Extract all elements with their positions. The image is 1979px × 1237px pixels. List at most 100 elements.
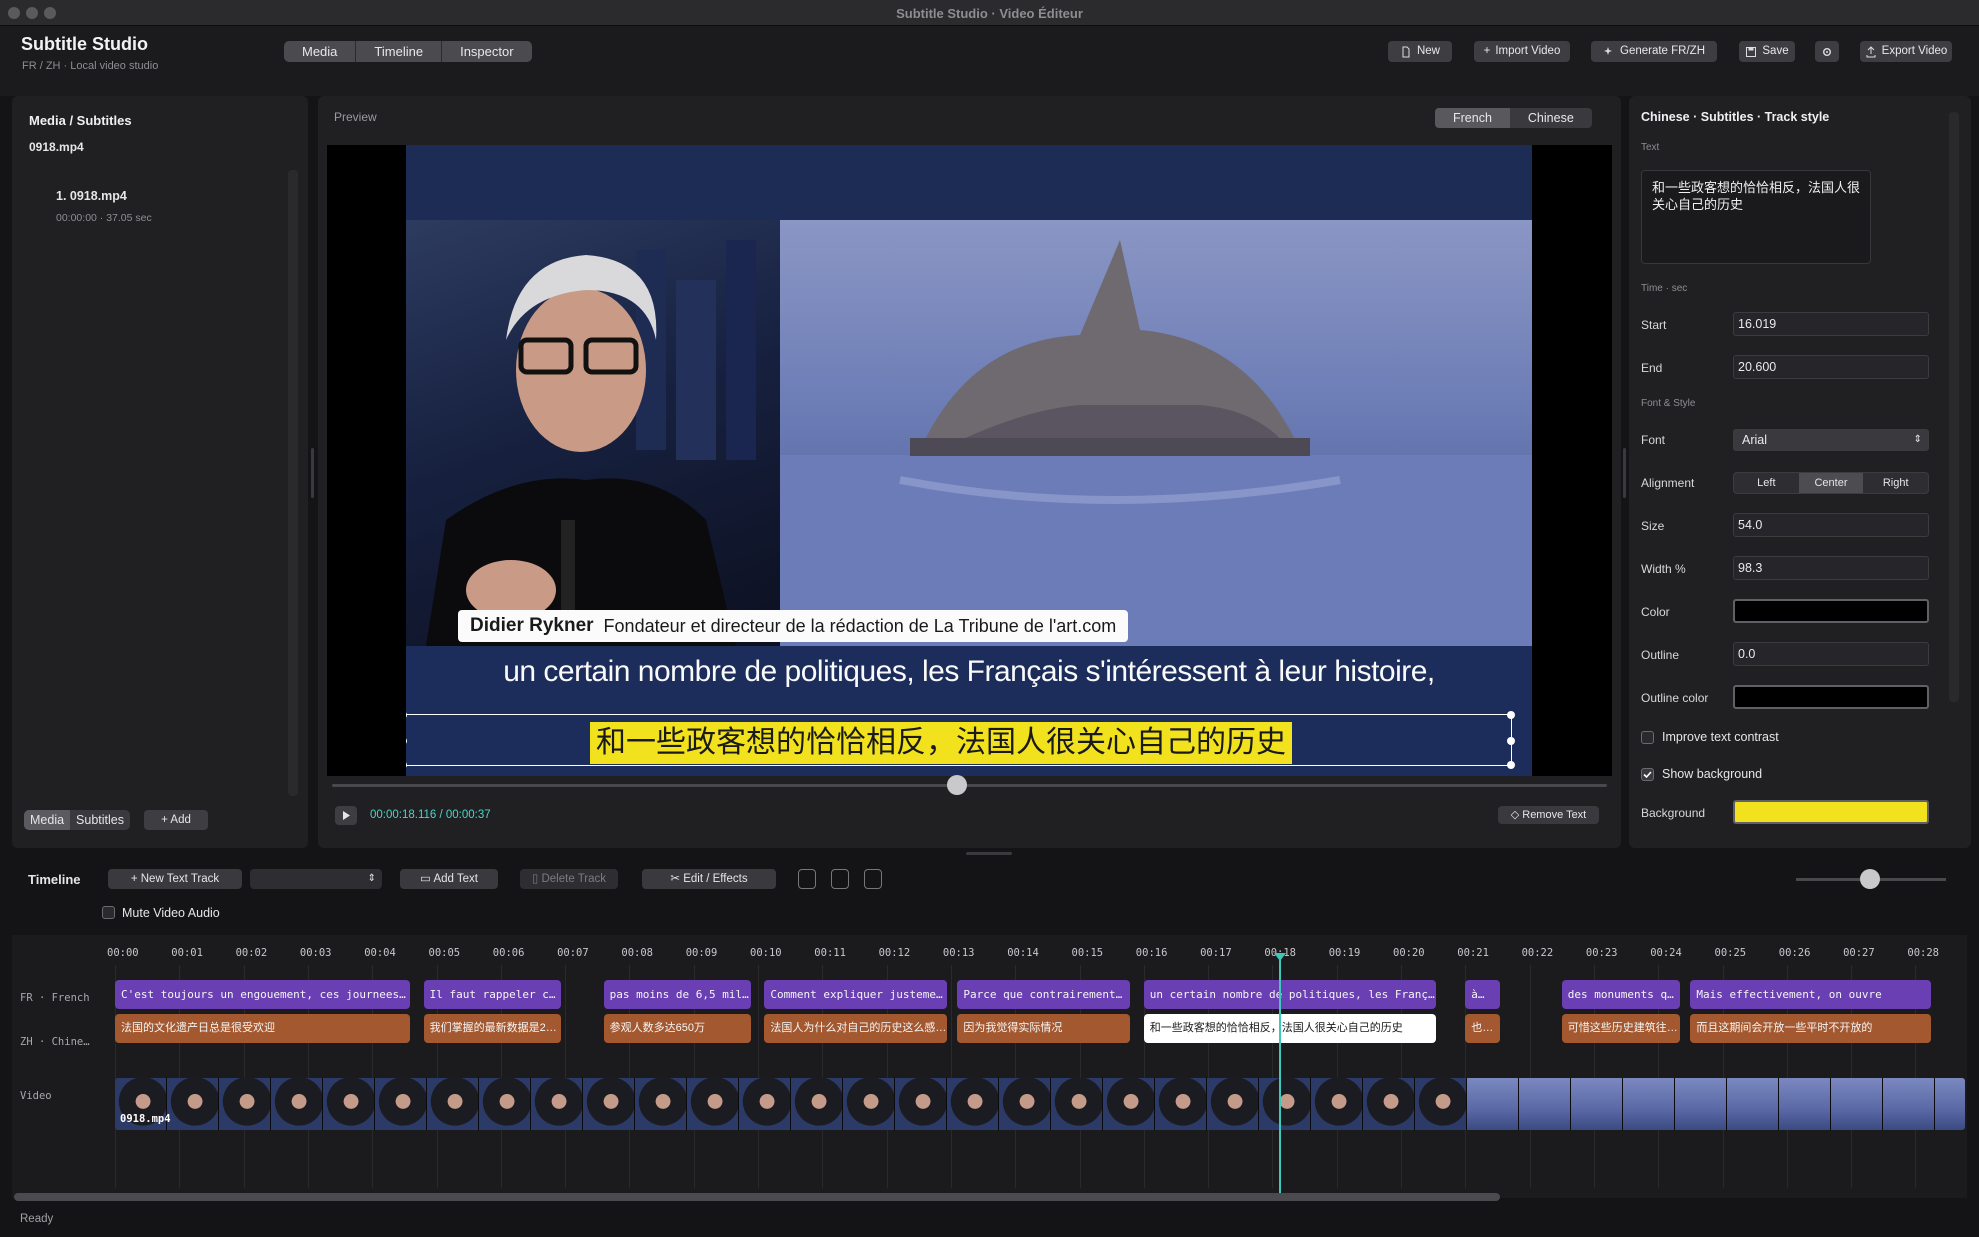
tab-media[interactable]: Media xyxy=(284,41,357,62)
new-button[interactable]: New xyxy=(1388,41,1452,62)
subtitle-clip[interactable]: pas moins de 6,5 milli… xyxy=(603,980,751,1009)
ruler-tick-label: 00:00 xyxy=(107,947,139,959)
save-button[interactable]: Save xyxy=(1739,41,1795,62)
right-splitter-handle[interactable] xyxy=(1623,448,1626,498)
ruler-tick-label: 00:07 xyxy=(557,947,589,959)
ruler-grid-line xyxy=(565,965,567,1188)
left-splitter-handle[interactable] xyxy=(311,448,314,498)
playback-scrubber-knob[interactable] xyxy=(946,775,967,795)
sparkle-icon xyxy=(1604,46,1612,55)
tab-media-list[interactable]: Media xyxy=(24,810,71,830)
subtitle-clip[interactable]: Parce que contrairement… xyxy=(957,980,1131,1009)
chinese-subtitle-selection-box[interactable]: 和一些政客想的恰恰相反，法国人很关心自己的历史 xyxy=(406,711,1515,769)
timeline-tracks-area[interactable]: 00:00 00:01 00:02 00:03 00:04 00:05 00:06 00:07… xyxy=(12,935,1967,1198)
mute-audio-checkbox[interactable] xyxy=(102,906,115,919)
subtitle-clip[interactable]: Comment expliquer justemen… xyxy=(764,980,947,1009)
subtitle-clip[interactable]: 参观人数多达650万 xyxy=(603,1014,751,1043)
edit-effects-button[interactable]: ✂ Edit / Effects xyxy=(642,869,776,889)
ruler-tick-label: 00:09 xyxy=(685,947,718,959)
subtitle-text-editor[interactable]: 和一些政客想的恰恰相反，法国人很关心自己的历史 xyxy=(1641,170,1871,264)
resize-handle-bottom-right[interactable] xyxy=(1507,761,1515,769)
split-left-icon[interactable] xyxy=(798,869,816,889)
remove-text-button[interactable]: ◇ Remove Text xyxy=(1498,806,1599,824)
playback-scrubber-track[interactable] xyxy=(332,784,1607,787)
resize-handle-left[interactable] xyxy=(406,737,407,745)
outline-input[interactable]: 0.0 xyxy=(1733,642,1929,666)
video-thumbnail xyxy=(791,1078,843,1130)
font-select[interactable]: Arial ⇕ xyxy=(1733,429,1929,451)
media-list-item[interactable]: 1. 0918.mp4 00:00:00 · 37.05 sec xyxy=(40,186,287,241)
timeline-horizontal-scrollbar[interactable] xyxy=(14,1193,1500,1201)
subtitle-clip[interactable]: un certain nombre de politiques, les Fra… xyxy=(1143,980,1436,1009)
settings-button[interactable] xyxy=(1815,41,1839,62)
new-button-label: New xyxy=(1416,45,1440,57)
add-label: Add xyxy=(170,814,191,826)
resize-handle-right[interactable] xyxy=(1507,737,1515,745)
chinese-subtitle-overlay[interactable]: 和一些政客想的恰恰相反，法国人很关心自己的历史 xyxy=(590,722,1292,764)
add-media-button[interactable]: + Add xyxy=(144,810,208,830)
subtitle-clip[interactable]: Mais effectivement, on ouvre xyxy=(1690,980,1931,1009)
track-select[interactable]: ⇕ xyxy=(250,869,382,889)
video-track-clip[interactable] xyxy=(115,1078,1965,1130)
start-time-input[interactable]: 16.019 xyxy=(1733,312,1929,336)
ruler-tick-label: 00:19 xyxy=(1328,947,1361,959)
size-input[interactable]: 54.0 xyxy=(1733,513,1929,537)
play-button[interactable] xyxy=(335,806,357,825)
inspector-title: Chinese · Subtitles · Track style xyxy=(1641,110,1830,124)
width-input[interactable]: 98.3 xyxy=(1733,556,1929,580)
tab-french[interactable]: French xyxy=(1435,108,1510,128)
timeline-zoom-knob[interactable] xyxy=(1860,869,1880,889)
subtitle-clip[interactable]: des monuments qui sont… xyxy=(1561,980,1680,1009)
width-label: Width % xyxy=(1641,562,1686,576)
subtitle-clip[interactable]: à… xyxy=(1465,980,1500,1009)
tab-chinese[interactable]: Chinese xyxy=(1510,108,1592,128)
app-header: Subtitle Studio FR / ZH · Local video st… xyxy=(0,26,1979,96)
color-label: Color xyxy=(1641,605,1670,619)
tab-subtitles-list[interactable]: Subtitles xyxy=(70,810,130,830)
align-center-option[interactable]: Center xyxy=(1798,473,1864,493)
media-item-label: 1. 0918.mp4 xyxy=(56,189,127,203)
bottom-splitter-handle[interactable] xyxy=(966,852,1012,855)
edit-effects-label: Edit / Effects xyxy=(683,873,748,885)
outline-color-swatch[interactable] xyxy=(1733,685,1929,709)
background-color-swatch[interactable] xyxy=(1733,800,1929,824)
subtitle-clip[interactable]: 也… xyxy=(1465,1014,1500,1043)
generate-subtitles-button[interactable]: Generate FR/ZH xyxy=(1591,41,1717,62)
background-label: Background xyxy=(1641,806,1706,820)
subtitle-clip[interactable]: 可惜这些历史建筑往往没有得… xyxy=(1561,1014,1680,1043)
tab-timeline[interactable]: Timeline xyxy=(356,41,443,62)
split-right-icon[interactable] xyxy=(864,869,882,889)
video-thumbnail xyxy=(1207,1078,1259,1130)
subtitle-clip[interactable]: 而且这期间会开放一些平时不开放的 xyxy=(1690,1014,1931,1043)
tab-inspector[interactable]: Inspector xyxy=(442,41,531,62)
subtitle-clip-selected[interactable]: 和一些政客想的恰恰相反，法国人很关心自己的历史 xyxy=(1143,1014,1436,1043)
delete-track-button[interactable]: ▯ Delete Track xyxy=(520,869,618,889)
media-list-scrollbar[interactable] xyxy=(288,170,298,796)
export-video-button[interactable]: Export Video xyxy=(1860,41,1952,62)
new-text-track-button[interactable]: + New Text Track xyxy=(108,869,242,889)
split-center-icon[interactable] xyxy=(831,869,849,889)
video-thumbnail xyxy=(1519,1078,1571,1130)
left-panel-mode-tabs: Media Subtitles xyxy=(24,810,130,830)
align-left-option[interactable]: Left xyxy=(1734,473,1799,493)
video-thumbnail xyxy=(1831,1078,1883,1130)
align-right-option[interactable]: Right xyxy=(1863,473,1928,493)
inspector-scrollbar[interactable] xyxy=(1949,112,1959,702)
outline-color-label: Outline color xyxy=(1641,691,1709,705)
text-color-swatch[interactable] xyxy=(1733,599,1929,623)
subtitle-clip[interactable]: 法国人为什么对自己的历史这么感… xyxy=(764,1014,947,1043)
show-background-checkbox[interactable] xyxy=(1641,768,1654,781)
subtitle-clip[interactable]: 因为我觉得实际情况 xyxy=(957,1014,1131,1043)
subtitle-clip[interactable]: 法国的文化遗产日总是很受欢迎 xyxy=(115,1014,410,1043)
video-thumbnail xyxy=(1571,1078,1623,1130)
playhead-line[interactable] xyxy=(1278,957,1281,1198)
import-video-button[interactable]: + Import Video xyxy=(1474,41,1570,62)
end-time-input[interactable]: 20.600 xyxy=(1733,355,1929,379)
resize-handle-top-right[interactable] xyxy=(1507,711,1515,719)
video-canvas[interactable]: Didier Rykner Fondateur et directeur de … xyxy=(327,145,1612,776)
add-text-button[interactable]: ▭ Add Text xyxy=(400,869,498,889)
subtitle-clip[interactable]: 我们掌握的最新数据是2… xyxy=(423,1014,562,1043)
subtitle-clip[interactable]: Il faut rappeler c… xyxy=(423,980,562,1009)
subtitle-clip[interactable]: C'est toujours un engouement, ces journe… xyxy=(115,980,410,1009)
improve-contrast-checkbox[interactable] xyxy=(1641,731,1654,744)
